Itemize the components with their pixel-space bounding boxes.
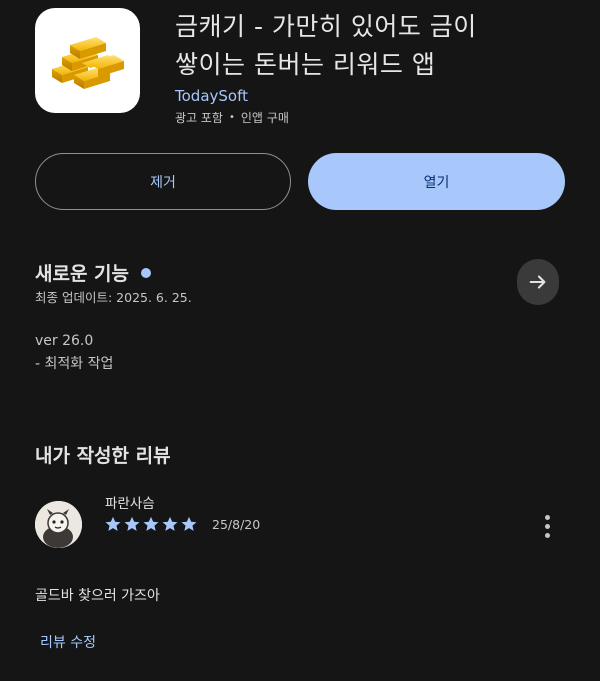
app-title-line1: 금캐기 - 가만히 있어도 금이	[175, 12, 477, 41]
new-indicator-dot	[141, 267, 152, 278]
last-updated: 최종 업데이트: 2025. 6. 25.	[35, 290, 192, 305]
developer-link[interactable]: TodaySoft	[175, 87, 248, 105]
app-title-line2: 쌓이는 돈버는 리워드 앱	[175, 50, 436, 79]
review-more-options-button[interactable]	[533, 509, 561, 543]
star-icon	[143, 516, 159, 531]
app-meta: 광고 포함 • 인앱 구매	[175, 109, 289, 126]
contains-ads-label: 광고 포함	[175, 111, 223, 125]
in-app-purchase-label: 인앱 구매	[240, 111, 289, 125]
arrow-right-icon	[529, 275, 546, 289]
whats-new-header[interactable]: 새로운 기능	[35, 259, 152, 286]
review-text: 골드바 찾으러 가즈아	[35, 588, 160, 604]
avatar	[35, 501, 82, 548]
review-date: 25/8/20	[212, 517, 261, 532]
more-vert-icon-dot	[544, 523, 550, 529]
release-note-item: - 최적화 작업	[35, 356, 114, 372]
edit-review-link[interactable]: 리뷰 수정	[40, 632, 96, 652]
release-version: ver 26.0	[35, 333, 94, 349]
meta-separator: •	[228, 112, 235, 123]
more-vert-icon-dot	[544, 532, 550, 538]
more-vert-icon-dot	[544, 514, 550, 520]
app-icon	[35, 8, 140, 113]
star-icon	[124, 516, 140, 531]
whats-new-title: 새로운 기능	[35, 263, 130, 285]
release-notes: ver 26.0 - 최적화 작업	[35, 330, 113, 376]
reviewer-avatar-image	[35, 501, 82, 548]
whats-new-arrow-button[interactable]	[517, 259, 559, 305]
uninstall-button-label: 제거	[150, 174, 176, 191]
star-icon	[105, 516, 121, 531]
star-rating	[104, 515, 198, 533]
open-button-label: 열기	[423, 174, 450, 191]
my-review-title: 내가 작성한 리뷰	[35, 445, 171, 467]
gold-bars-icon	[51, 36, 124, 89]
star-icon	[181, 516, 197, 531]
uninstall-button[interactable]: 제거	[35, 153, 291, 210]
app-title: 금캐기 - 가만히 있어도 금이 쌓이는 돈버는 리워드 앱	[175, 8, 575, 84]
open-button[interactable]: 열기	[308, 153, 565, 210]
reviewer-name: 파란사슴	[105, 496, 155, 512]
star-icon	[162, 516, 178, 531]
